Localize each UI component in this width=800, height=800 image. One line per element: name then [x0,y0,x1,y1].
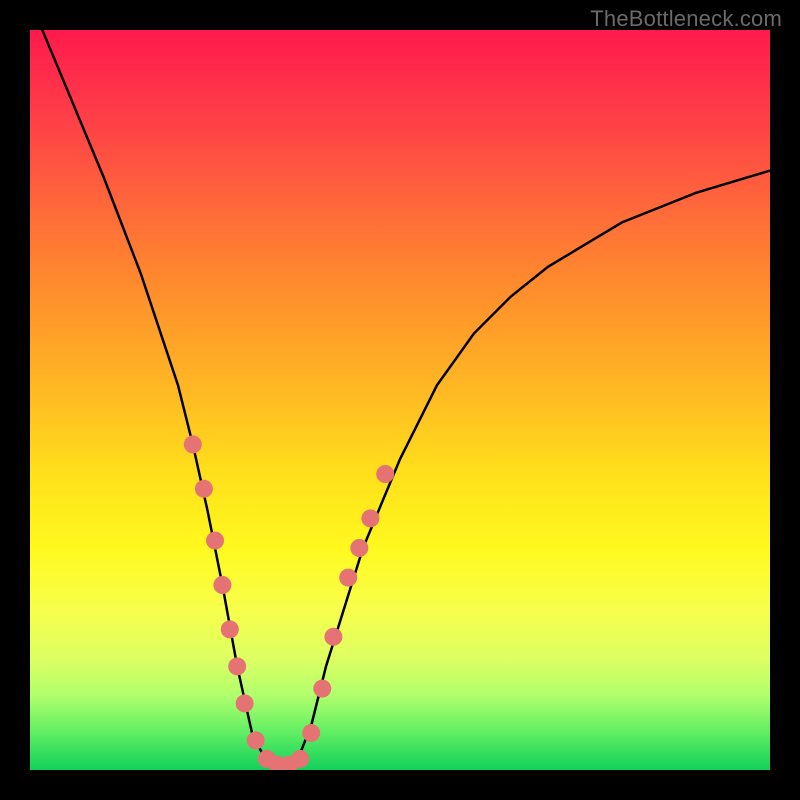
curve-marker [184,435,202,453]
curve-marker [195,480,213,498]
plot-area [30,30,770,770]
curve-marker [302,724,320,742]
curve-marker [339,569,357,587]
curve-marker [313,680,331,698]
curve-marker [228,657,246,675]
curve-marker [361,509,379,527]
curve-marker [206,532,224,550]
curve-marker [236,694,254,712]
curve-marker [324,628,342,646]
bottleneck-curve-svg [30,30,770,770]
chart-frame: TheBottleneck.com [0,0,800,800]
watermark-label: TheBottleneck.com [590,6,782,32]
curve-marker [221,620,239,638]
curve-marker [350,539,368,557]
curve-marker [291,750,309,768]
curve-markers [184,435,394,770]
bottleneck-curve-path [30,30,770,770]
curve-marker [247,731,265,749]
curve-marker [376,465,394,483]
curve-marker [213,576,231,594]
